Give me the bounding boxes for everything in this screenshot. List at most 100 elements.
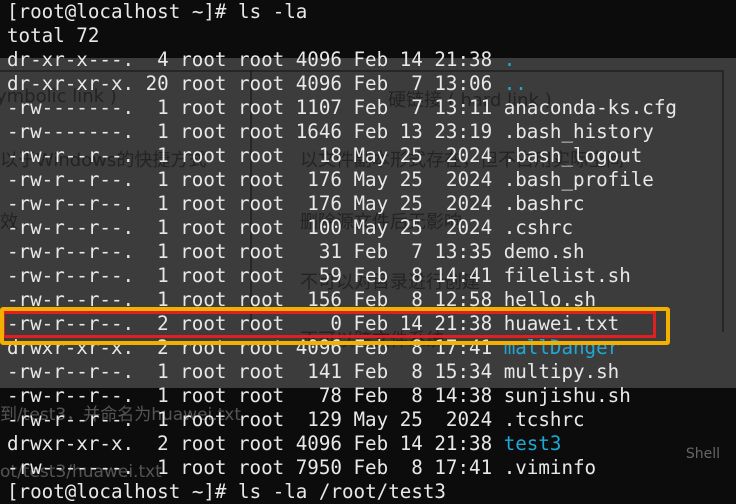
group-text: root bbox=[237, 144, 285, 167]
line-text: [root@localhost ~]# ls -la bbox=[7, 0, 308, 23]
size-text: 176 bbox=[307, 168, 342, 191]
listing-row: dr-xr-x---. 4 root root 4096 Feb 14 21:38 . bbox=[7, 48, 515, 72]
size-text: 78 bbox=[318, 384, 342, 407]
line-text: [root@localhost ~]# ls -la /root/test3 bbox=[7, 480, 446, 503]
file-name: .bash_logout bbox=[503, 144, 643, 167]
group-text: root bbox=[237, 408, 285, 431]
shell-prompt-line: [root@localhost ~]# ls -la /root/test3 bbox=[7, 480, 446, 504]
link-count-text: 4 bbox=[157, 48, 169, 71]
file-name: .viminfo bbox=[503, 456, 597, 479]
listing-row: -rw-------. 1 root root 7950 Feb 8 17:41 .vim… bbox=[7, 456, 596, 480]
permissions-text: drwxr-xr-x. bbox=[7, 432, 135, 455]
size-text: 1107 bbox=[295, 96, 342, 119]
link-count-text: 2 bbox=[157, 432, 169, 455]
date-text: May 25 2024 bbox=[353, 168, 493, 191]
directory-name: . bbox=[503, 48, 516, 71]
listing-row: -rw-r--r--. 1 root root 31 Feb 7 13:35 demo.s… bbox=[7, 240, 585, 264]
owner-text: root bbox=[180, 240, 227, 263]
group-text: root bbox=[237, 432, 285, 455]
date-text: Feb 7 13:11 bbox=[353, 96, 493, 119]
listing-row: -rw-r--r--. 1 root root 78 Feb 8 14:38 sunjis… bbox=[7, 384, 631, 408]
group-text: root bbox=[237, 120, 285, 143]
size-text: 31 bbox=[318, 240, 342, 263]
size-text: 129 bbox=[307, 408, 342, 431]
directory-name: .. bbox=[503, 72, 527, 95]
permissions-text: -rw-r--r--. bbox=[7, 264, 135, 287]
owner-text: root bbox=[180, 216, 227, 239]
listing-row: -rw-r--r--. 1 root root 100 May 25 2024 .cshr… bbox=[7, 216, 573, 240]
permissions-text: -rw-------. bbox=[7, 120, 135, 143]
listing-row: -rw-r--r--. 1 root root 176 May 25 2024 .bash… bbox=[7, 192, 585, 216]
file-name: demo.sh bbox=[503, 240, 585, 263]
date-text: Feb 7 13:06 bbox=[353, 72, 493, 95]
date-text: Feb 8 14:41 bbox=[353, 264, 493, 287]
file-name: filelist.sh bbox=[503, 264, 631, 287]
permissions-text: dr-xr-xr-x. bbox=[7, 72, 135, 95]
date-text: Feb 14 21:38 bbox=[353, 432, 493, 455]
owner-text: root bbox=[180, 360, 227, 383]
link-count-text: 1 bbox=[157, 240, 169, 263]
group-text: root bbox=[237, 360, 285, 383]
watermark-text: Shell bbox=[685, 446, 720, 462]
size-text: 4096 bbox=[295, 432, 342, 455]
highlight-box-orange bbox=[0, 307, 670, 345]
link-count-text: 1 bbox=[157, 96, 169, 119]
permissions-text: -rw-r--r--. bbox=[7, 144, 135, 167]
permissions-text: dr-xr-x---. bbox=[7, 48, 135, 71]
size-text: 18 bbox=[318, 144, 342, 167]
line-text: total 72 bbox=[7, 24, 100, 47]
size-text: 100 bbox=[307, 216, 342, 239]
size-text: 176 bbox=[307, 192, 342, 215]
date-text: May 25 2024 bbox=[353, 216, 493, 239]
file-name: .bashrc bbox=[503, 192, 585, 215]
group-text: root bbox=[237, 384, 285, 407]
link-count-text: 1 bbox=[157, 456, 169, 479]
size-text: 7950 bbox=[295, 456, 342, 479]
link-count-text: 1 bbox=[157, 384, 169, 407]
group-text: root bbox=[237, 72, 285, 95]
date-text: May 25 2024 bbox=[353, 144, 493, 167]
owner-text: root bbox=[180, 456, 227, 479]
listing-row: -rw-------. 1 root root 1646 Feb 13 23:19 .ba… bbox=[7, 120, 654, 144]
size-text: 141 bbox=[307, 360, 342, 383]
owner-text: root bbox=[180, 264, 227, 287]
link-count-text: 1 bbox=[157, 144, 169, 167]
owner-text: root bbox=[180, 168, 227, 191]
date-text: Feb 8 14:38 bbox=[353, 384, 493, 407]
permissions-text: -rw-r--r--. bbox=[7, 192, 135, 215]
directory-name: test3 bbox=[503, 432, 562, 455]
link-count-text: 1 bbox=[157, 120, 169, 143]
group-text: root bbox=[237, 192, 285, 215]
group-text: root bbox=[237, 216, 285, 239]
permissions-text: -rw-r--r--. bbox=[7, 360, 135, 383]
terminal-window[interactable]: ymbolic link ) 硬链接 ( hard link ) 以于Windo… bbox=[0, 0, 736, 504]
file-name: .cshrc bbox=[503, 216, 573, 239]
file-name: multipy.sh bbox=[503, 360, 620, 383]
link-count-text: 20 bbox=[145, 72, 169, 95]
group-text: root bbox=[237, 96, 285, 119]
date-text: Feb 14 21:38 bbox=[353, 48, 493, 71]
file-name: .tcshrc bbox=[503, 408, 585, 431]
listing-row: drwxr-xr-x. 2 root root 4096 Feb 14 21:38 tes… bbox=[7, 432, 561, 456]
output-line: total 72 bbox=[7, 24, 99, 48]
listing-row: -rw-r--r--. 1 root root 176 May 25 2024 .bash… bbox=[7, 168, 654, 192]
size-text: 1646 bbox=[295, 120, 342, 143]
group-text: root bbox=[237, 240, 285, 263]
date-text: May 25 2024 bbox=[353, 408, 493, 431]
group-text: root bbox=[237, 456, 285, 479]
file-name: .bash_profile bbox=[503, 168, 654, 191]
permissions-text: -rw-r--r--. bbox=[7, 240, 135, 263]
owner-text: root bbox=[180, 48, 227, 71]
permissions-text: -rw-r--r--. bbox=[7, 216, 135, 239]
permissions-text: -rw-------. bbox=[7, 96, 135, 119]
link-count-text: 1 bbox=[157, 360, 169, 383]
date-text: Feb 8 17:41 bbox=[353, 456, 493, 479]
permissions-text: -rw-------. bbox=[7, 456, 135, 479]
link-count-text: 1 bbox=[157, 408, 169, 431]
owner-text: root bbox=[180, 120, 227, 143]
owner-text: root bbox=[180, 432, 227, 455]
size-text: 4096 bbox=[295, 48, 342, 71]
link-count-text: 1 bbox=[157, 216, 169, 239]
file-name: sunjishu.sh bbox=[503, 384, 631, 407]
permissions-text: -rw-r--r--. bbox=[7, 408, 135, 431]
